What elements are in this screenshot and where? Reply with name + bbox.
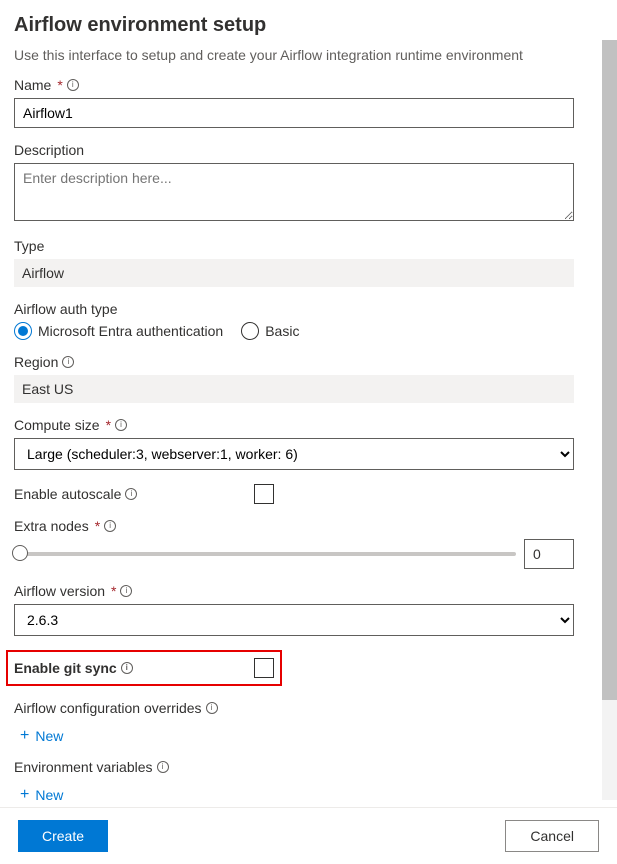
description-label: Description xyxy=(14,142,84,158)
extra-nodes-slider[interactable] xyxy=(14,552,516,556)
description-textarea[interactable] xyxy=(14,163,574,221)
name-input[interactable] xyxy=(14,98,574,128)
add-env-var-button[interactable]: + New xyxy=(20,786,63,804)
scrollbar-thumb[interactable] xyxy=(602,40,617,700)
slider-thumb-icon[interactable] xyxy=(12,545,28,561)
radio-icon xyxy=(14,322,32,340)
auth-type-basic-radio[interactable]: Basic xyxy=(241,322,299,340)
enable-git-sync-highlight: Enable git sync i xyxy=(6,650,282,686)
region-label: Region xyxy=(14,354,58,370)
info-icon[interactable]: i xyxy=(157,761,169,773)
required-mark: * xyxy=(111,583,116,599)
info-icon[interactable]: i xyxy=(62,356,74,368)
name-label: Name xyxy=(14,77,51,93)
info-icon[interactable]: i xyxy=(104,520,116,532)
required-mark: * xyxy=(57,77,62,93)
info-icon[interactable]: i xyxy=(121,662,133,674)
plus-icon: + xyxy=(20,727,29,745)
plus-icon: + xyxy=(20,786,29,804)
compute-size-label: Compute size xyxy=(14,417,100,433)
auth-type-entra-label: Microsoft Entra authentication xyxy=(38,323,223,339)
info-icon[interactable]: i xyxy=(120,585,132,597)
enable-git-sync-label: Enable git sync xyxy=(14,660,117,676)
compute-size-select[interactable]: Large (scheduler:3, webserver:1, worker:… xyxy=(14,438,574,470)
extra-nodes-value[interactable]: 0 xyxy=(524,539,574,569)
type-value: Airflow xyxy=(14,259,574,287)
airflow-version-select[interactable]: 2.6.3 xyxy=(14,604,574,636)
info-icon[interactable]: i xyxy=(206,702,218,714)
enable-autoscale-checkbox[interactable] xyxy=(254,484,274,504)
required-mark: * xyxy=(95,518,100,534)
page-subtitle: Use this interface to setup and create y… xyxy=(14,47,597,63)
enable-git-sync-checkbox[interactable] xyxy=(254,658,274,678)
scrollbar[interactable] xyxy=(602,40,617,800)
auth-type-label: Airflow auth type xyxy=(14,301,118,317)
env-vars-label: Environment variables xyxy=(14,759,153,775)
info-icon[interactable]: i xyxy=(67,79,79,91)
create-button[interactable]: Create xyxy=(18,820,108,852)
type-label: Type xyxy=(14,238,44,254)
airflow-version-label: Airflow version xyxy=(14,583,105,599)
required-mark: * xyxy=(106,417,111,433)
add-config-override-button[interactable]: + New xyxy=(20,727,63,745)
auth-type-basic-label: Basic xyxy=(265,323,299,339)
auth-type-entra-radio[interactable]: Microsoft Entra authentication xyxy=(14,322,223,340)
radio-icon xyxy=(241,322,259,340)
page-title: Airflow environment setup xyxy=(14,14,597,37)
add-new-label: New xyxy=(35,728,63,744)
region-value: East US xyxy=(14,375,574,403)
config-overrides-label: Airflow configuration overrides xyxy=(14,700,202,716)
enable-autoscale-label: Enable autoscale xyxy=(14,486,121,502)
info-icon[interactable]: i xyxy=(125,488,137,500)
extra-nodes-label: Extra nodes xyxy=(14,518,89,534)
add-new-label: New xyxy=(35,787,63,803)
info-icon[interactable]: i xyxy=(115,419,127,431)
cancel-button[interactable]: Cancel xyxy=(505,820,599,852)
